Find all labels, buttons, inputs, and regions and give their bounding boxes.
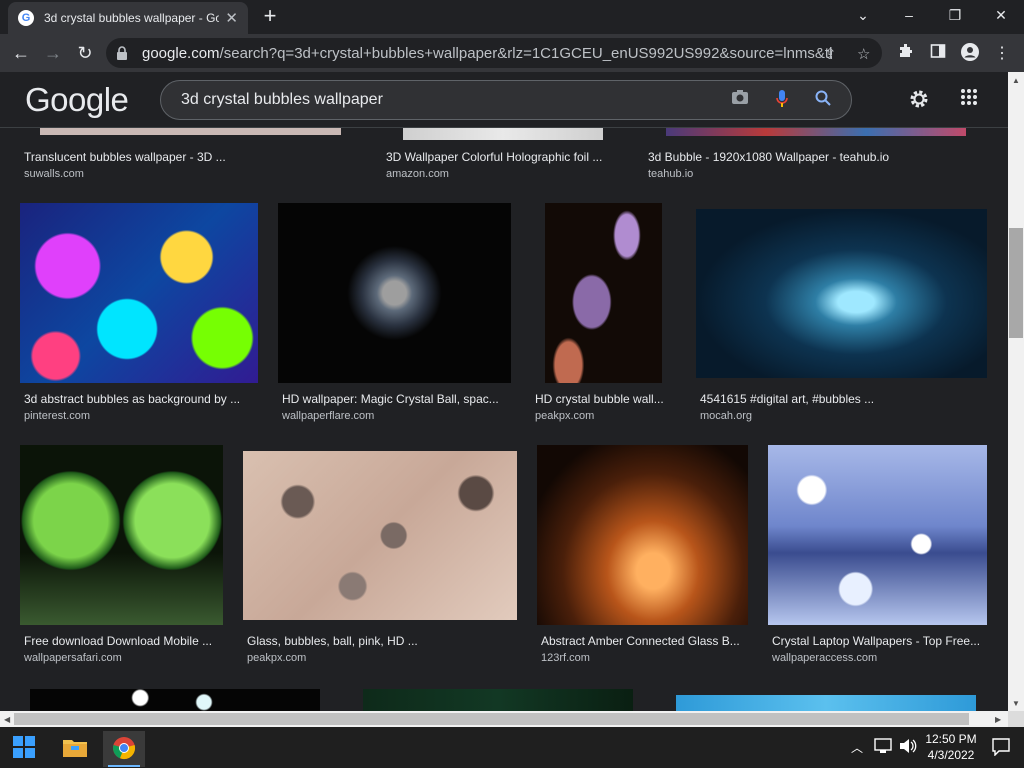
notifications-icon[interactable]	[992, 738, 1010, 761]
profile-avatar-icon[interactable]	[960, 43, 980, 66]
url-domain: google.com	[142, 44, 220, 62]
result-title[interactable]: Translucent bubbles wallpaper - 3D ...	[24, 150, 354, 164]
result-source[interactable]: amazon.com	[386, 168, 449, 180]
url-text[interactable]: google.com/search?q=3d+crystal+bubbles+w…	[142, 45, 832, 62]
result-image-digital-art[interactable]	[696, 209, 987, 378]
tab-search-button[interactable]: ⌄	[840, 0, 886, 30]
lock-icon	[116, 46, 130, 60]
tab-strip: G 3d crystal bubbles wallpaper - Google …	[0, 0, 1024, 34]
address-bar[interactable]: google.com/search?q=3d+crystal+bubbles+w…	[106, 38, 882, 68]
clock-date: 4/3/2022	[927, 748, 975, 762]
result-source[interactable]: mocah.org	[700, 410, 752, 422]
google-apps-grid-icon[interactable]	[960, 88, 978, 112]
result-image-top-2[interactable]	[403, 128, 603, 140]
result-image-abstract-bubbles[interactable]	[20, 203, 258, 383]
result-source[interactable]: wallpaperflare.com	[282, 410, 374, 422]
horizontal-scroll-thumb[interactable]	[14, 713, 969, 725]
result-title[interactable]: HD wallpaper: Magic Crystal Ball, spac..…	[282, 392, 508, 406]
scroll-up-arrow-icon[interactable]: ▲	[1012, 76, 1020, 85]
result-source[interactable]: wallpaperaccess.com	[772, 652, 877, 664]
search-box[interactable]: 3d crystal bubbles wallpaper	[160, 80, 852, 120]
extensions-icon[interactable]	[896, 43, 916, 64]
result-image-top-1[interactable]	[40, 128, 341, 135]
url-path: /search?q=3d+crystal+bubbles+wallpaper&r…	[219, 44, 832, 62]
result-image-glass-balls[interactable]	[243, 451, 517, 620]
taskbar-clock[interactable]: 12:50 PM 4/3/2022	[918, 731, 984, 763]
back-button[interactable]: ←	[8, 40, 34, 66]
result-image-top-3[interactable]	[666, 128, 966, 136]
result-source[interactable]: 123rf.com	[541, 652, 590, 664]
result-title[interactable]: Abstract Amber Connected Glass B...	[541, 634, 747, 648]
result-source[interactable]: suwalls.com	[24, 168, 84, 180]
restore-button[interactable]: ❐	[932, 0, 978, 30]
result-image-green-marbles[interactable]	[20, 445, 223, 625]
image-results-grid: Translucent bubbles wallpaper - 3D ... s…	[0, 128, 1008, 711]
result-title[interactable]: Glass, bubbles, ball, pink, HD ...	[247, 634, 517, 648]
chrome-active-indicator	[108, 765, 140, 767]
scroll-left-arrow-icon[interactable]: ◀	[4, 715, 10, 724]
search-input[interactable]: 3d crystal bubbles wallpaper	[181, 91, 383, 109]
chrome-icon[interactable]	[112, 736, 138, 762]
result-image-crystal-bubble[interactable]	[545, 203, 662, 383]
result-source[interactable]: peakpx.com	[247, 652, 306, 664]
windows-taskbar: ︿ 12:50 PM 4/3/2022	[0, 727, 1024, 768]
active-tab[interactable]: G 3d crystal bubbles wallpaper - Google …	[8, 2, 248, 34]
result-image-crystal-laptop[interactable]	[768, 445, 987, 625]
result-title[interactable]: 3d abstract bubbles as background by ...	[24, 392, 252, 406]
result-title[interactable]: HD crystal bubble wall...	[535, 392, 670, 406]
google-favicon-icon: G	[18, 10, 34, 26]
vertical-scrollbar[interactable]	[1008, 72, 1024, 711]
tab-title: 3d crystal bubbles wallpaper - Google Se…	[44, 11, 220, 25]
settings-gear-icon[interactable]	[908, 88, 930, 116]
result-image-crystal-ball[interactable]	[278, 203, 511, 383]
google-header: Google 3d crystal bubbles wallpaper	[0, 72, 1008, 128]
browser-menu-icon[interactable]: ⋮	[992, 43, 1012, 63]
voice-search-icon[interactable]	[775, 89, 789, 114]
scroll-right-arrow-icon[interactable]: ▶	[995, 715, 1001, 724]
share-icon[interactable]: ⇪	[824, 45, 837, 63]
reload-button[interactable]: ↻	[72, 40, 98, 66]
result-source[interactable]: peakpx.com	[535, 410, 594, 422]
forward-button[interactable]: →	[40, 40, 66, 66]
camera-search-icon[interactable]	[731, 89, 749, 110]
result-image-row4-2[interactable]	[363, 689, 633, 711]
result-source[interactable]: wallpapersafari.com	[24, 652, 122, 664]
show-hidden-icons-icon[interactable]: ︿	[851, 739, 863, 756]
google-logo[interactable]: Google	[25, 81, 129, 119]
result-title[interactable]: 3D Wallpaper Colorful Holographic foil .…	[386, 150, 626, 164]
new-tab-button[interactable]: +	[258, 4, 282, 28]
network-icon[interactable]	[874, 738, 892, 759]
result-source[interactable]: pinterest.com	[24, 410, 90, 422]
side-panel-icon[interactable]	[928, 43, 948, 64]
clock-time: 12:50 PM	[925, 732, 977, 746]
result-image-amber-glass[interactable]	[537, 445, 748, 625]
scrollbar-corner	[1008, 711, 1024, 727]
result-title[interactable]: Free download Download Mobile ...	[24, 634, 220, 648]
minimize-button[interactable]: –	[886, 0, 932, 30]
file-explorer-icon[interactable]	[62, 735, 88, 761]
volume-icon[interactable]	[899, 738, 917, 759]
tab-close-icon[interactable]: ✕	[225, 9, 238, 27]
scroll-down-arrow-icon[interactable]: ▼	[1012, 699, 1020, 708]
search-submit-icon[interactable]	[815, 90, 831, 111]
result-image-row4-3[interactable]	[676, 695, 976, 711]
result-title[interactable]: Crystal Laptop Wallpapers - Top Free...	[772, 634, 986, 648]
result-source[interactable]: teahub.io	[648, 168, 693, 180]
result-title[interactable]: 3d Bubble - 1920x1080 Wallpaper - teahub…	[648, 150, 978, 164]
windows-start-icon[interactable]	[12, 735, 38, 761]
vertical-scroll-thumb[interactable]	[1009, 228, 1023, 338]
result-image-row4-1[interactable]	[30, 689, 320, 711]
result-title[interactable]: 4541615 #digital art, #bubbles ...	[700, 392, 984, 406]
close-window-button[interactable]: ✕	[978, 0, 1024, 30]
bookmark-star-icon[interactable]: ☆	[857, 45, 870, 63]
browser-toolbar: ← → ↻ google.com/search?q=3d+crystal+bub…	[0, 34, 1024, 72]
